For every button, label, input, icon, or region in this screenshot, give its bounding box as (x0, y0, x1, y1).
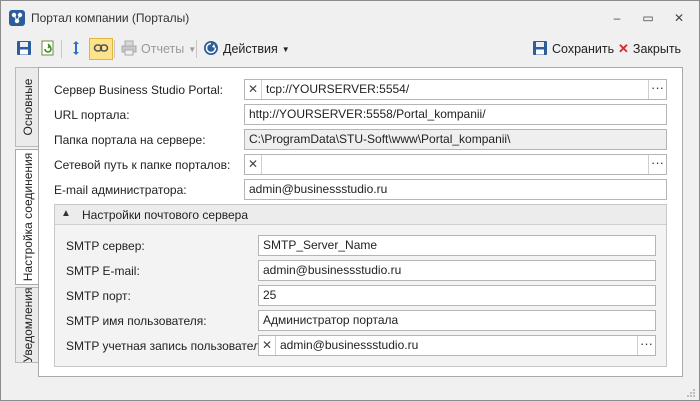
admin-email-field[interactable]: admin@businessstudio.ru (244, 179, 667, 200)
netpath-field[interactable]: ✕ ··· (244, 154, 667, 175)
folder-label: Папка портала на сервере: (54, 133, 206, 147)
app-icon (9, 10, 25, 26)
smtp-port-value: 25 (263, 288, 277, 302)
floppy-disk-icon (16, 40, 32, 59)
tab-main[interactable]: Основные (15, 67, 39, 147)
ellipsis-icon[interactable]: ··· (637, 336, 655, 355)
link-toggle-button[interactable] (89, 38, 113, 60)
server-label: Сервер Business Studio Portal: (54, 83, 224, 97)
expand-button[interactable] (65, 38, 87, 60)
smtp-email-value: admin@businessstudio.ru (263, 263, 402, 277)
smtp-server-label: SMTP сервер: (66, 239, 145, 253)
close-icon: ✕ (618, 41, 629, 56)
toolbar-separator (114, 40, 115, 58)
smtp-user-field[interactable]: Администратор портала (258, 310, 656, 331)
chevron-down-icon: ▼ (188, 44, 197, 54)
url-label: URL портала: (54, 108, 130, 122)
admin-email-value: admin@businessstudio.ru (249, 182, 388, 196)
toolbar-separator (196, 40, 197, 58)
printer-icon (121, 40, 137, 59)
actions-menu-button[interactable]: Действия ▼ (200, 38, 293, 60)
tab-strip: Основные Настройка соединения Уведомлени… (15, 67, 39, 367)
smtp-account-value: admin@businessstudio.ru (280, 338, 419, 352)
tab-notifications[interactable]: Уведомления (15, 287, 39, 363)
gear-icon (203, 40, 219, 59)
close-button[interactable]: ✕ Закрыть (615, 38, 684, 60)
tab-main-label: Основные (20, 78, 35, 136)
refresh-icon (40, 40, 56, 59)
smtp-server-field[interactable]: SMTP_Server_Name (258, 235, 656, 256)
folder-field: C:\ProgramData\STU-Soft\www\Portal_kompa… (244, 129, 667, 150)
ellipsis-icon[interactable]: ··· (648, 155, 666, 174)
save-icon-button[interactable] (13, 38, 35, 60)
tab-connection-settings[interactable]: Настройка соединения (15, 149, 39, 285)
smtp-user-label: SMTP имя пользователя: (66, 314, 207, 328)
smtp-account-label: SMTP учетная запись пользователя: (66, 339, 270, 353)
smtp-email-label: SMTP E-mail: (66, 264, 140, 278)
link-icon (93, 40, 109, 59)
chevron-down-icon: ▼ (281, 44, 290, 54)
server-field[interactable]: ✕ tcp://YOURSERVER:5554/ ··· (244, 79, 667, 100)
smtp-user-value: Администратор портала (263, 313, 399, 327)
server-value: tcp://YOURSERVER:5554/ (266, 82, 410, 96)
ellipsis-icon[interactable]: ··· (648, 80, 666, 99)
mail-settings-header[interactable]: ▲ Настройки почтового сервера (55, 205, 666, 225)
floppy-disk-icon (532, 40, 548, 59)
title-bar: Портал компании (Порталы) ‒ ▭ ✕ (1, 1, 699, 35)
url-field[interactable]: http://YOURSERVER:5558/Portal_kompanii/ (244, 104, 667, 125)
minimize-button[interactable]: ‒ (606, 9, 628, 27)
admin-email-label: E-mail администратора: (54, 183, 187, 197)
save-label: Сохранить (552, 42, 615, 56)
window-title: Портал компании (Порталы) (31, 11, 190, 25)
smtp-account-field[interactable]: ✕ admin@businessstudio.ru ··· (258, 335, 656, 356)
tab-connection-label: Настройка соединения (20, 152, 35, 282)
smtp-email-field[interactable]: admin@businessstudio.ru (258, 260, 656, 281)
toolbar: Отчеты ▼ Действия ▼ Сохранить ✕ Закрыть (7, 36, 693, 62)
smtp-server-value: SMTP_Server_Name (263, 238, 378, 252)
actions-label: Действия (223, 42, 278, 56)
mail-settings-title: Настройки почтового сервера (82, 208, 249, 222)
toolbar-separator (61, 40, 62, 58)
smtp-port-label: SMTP порт: (66, 289, 131, 303)
close-label: Закрыть (632, 42, 682, 56)
resize-grip-icon[interactable] (686, 387, 696, 397)
tab-notifications-label: Уведомления (20, 287, 35, 363)
reports-menu-button[interactable]: Отчеты ▼ (118, 38, 199, 60)
restore-button[interactable]: ▭ (637, 9, 659, 27)
save-button[interactable]: Сохранить (529, 38, 617, 60)
clear-icon[interactable]: ✕ (245, 80, 262, 99)
portal-window: Портал компании (Порталы) ‒ ▭ ✕ Отчеты ▼… (0, 0, 700, 401)
close-window-button[interactable]: ✕ (668, 9, 690, 27)
connection-settings-panel: Сервер Business Studio Portal: ✕ tcp://Y… (38, 67, 683, 377)
smtp-port-field[interactable]: 25 (258, 285, 656, 306)
clear-icon[interactable]: ✕ (245, 155, 262, 174)
reports-label: Отчеты (141, 42, 185, 56)
chevron-up-icon[interactable]: ▲ (61, 208, 71, 219)
netpath-label: Сетевой путь к папке порталов: (54, 158, 231, 172)
url-value: http://YOURSERVER:5558/Portal_kompanii/ (249, 107, 486, 121)
expand-icon (68, 40, 84, 59)
clear-icon[interactable]: ✕ (259, 336, 276, 355)
folder-value: C:\ProgramData\STU-Soft\www\Portal_kompa… (249, 132, 511, 146)
refresh-button[interactable] (37, 38, 59, 60)
mail-settings-group: ▲ Настройки почтового сервера SMTP серве… (54, 204, 667, 367)
